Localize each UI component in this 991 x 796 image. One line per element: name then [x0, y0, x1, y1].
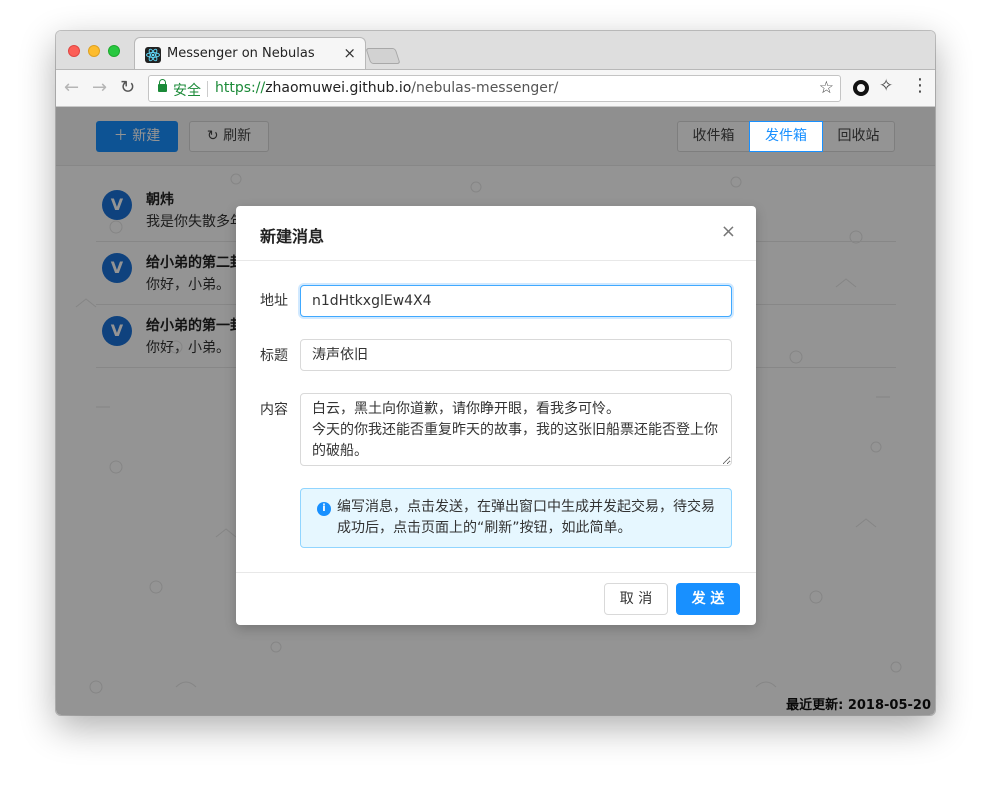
browser-window: Messenger on Nebulas × ← → ↻ 安全 https://…	[56, 31, 935, 715]
content-textarea[interactable]: 白云，黑土向你道歉，请你睁开眼，看我多可怜。 今天的你我还能否重复昨天的故事，我…	[300, 393, 732, 466]
address-bar[interactable]: 安全 https://zhaomuwei.github.io/nebulas-m…	[148, 75, 841, 102]
browser-toolbar: ← → ↻ 安全 https://zhaomuwei.github.io/neb…	[56, 69, 935, 107]
browser-tab[interactable]: Messenger on Nebulas ×	[134, 37, 366, 69]
send-button[interactable]: 发 送	[676, 583, 740, 615]
dialog-title: 新建消息	[260, 227, 325, 246]
dialog-footer: 取 消 发 送	[236, 572, 756, 625]
react-favicon-icon	[145, 47, 161, 63]
forward-icon[interactable]: →	[92, 77, 107, 98]
info-alert: i 编写消息，点击发送，在弹出窗口中生成并发起交易，待交易成功后，点击页面上的“…	[300, 488, 732, 548]
tab-title: Messenger on Nebulas	[167, 46, 315, 61]
url-path: /nebulas-messenger/	[411, 80, 559, 96]
new-message-dialog: 新建消息 × 地址 n1dHtkxglEw4X4 标题 涛声依旧 内容 白云，黑…	[236, 206, 756, 625]
dialog-header: 新建消息 ×	[236, 206, 756, 261]
new-tab-button[interactable]	[365, 48, 401, 64]
extension-sparkle-icon[interactable]: ✧	[879, 76, 893, 96]
url-text[interactable]: https://zhaomuwei.github.io/nebulas-mess…	[215, 80, 558, 96]
subject-field[interactable]: 涛声依旧	[300, 339, 732, 371]
tab-close-icon[interactable]: ×	[343, 44, 356, 62]
cancel-button[interactable]: 取 消	[604, 583, 668, 615]
secure-label: 安全	[173, 83, 201, 99]
extension-ring-icon[interactable]	[853, 80, 869, 96]
omnibox-divider	[207, 81, 208, 97]
address-field[interactable]: n1dHtkxglEw4X4	[300, 285, 732, 317]
bookmark-star-icon[interactable]: ☆	[819, 78, 834, 98]
alert-message: 编写消息，点击发送，在弹出窗口中生成并发起交易，待交易成功后，点击页面上的“刷新…	[337, 499, 715, 536]
back-icon[interactable]: ←	[64, 77, 79, 98]
tab-outbox[interactable]: 发件箱	[749, 121, 823, 152]
url-host: zhaomuwei.github.io	[265, 80, 412, 96]
browser-menu-icon[interactable]: ⋮	[911, 75, 929, 96]
window-minimize-icon[interactable]	[88, 45, 100, 57]
web-page: ＋ 新建 ↻ 刷新 收件箱 发件箱 回收站 V 朝炜 我是你失散多年 V 给小弟…	[56, 107, 935, 715]
url-scheme: https://	[215, 80, 266, 96]
info-icon: i	[317, 502, 331, 516]
content-label: 内容	[260, 402, 288, 418]
address-label: 地址	[260, 293, 288, 309]
close-icon[interactable]: ×	[721, 221, 736, 242]
lock-icon	[158, 79, 167, 92]
window-close-icon[interactable]	[68, 45, 80, 57]
reload-icon[interactable]: ↻	[120, 77, 135, 98]
subject-label: 标题	[260, 348, 288, 364]
title-bar: Messenger on Nebulas ×	[56, 31, 935, 69]
window-maximize-icon[interactable]	[108, 45, 120, 57]
